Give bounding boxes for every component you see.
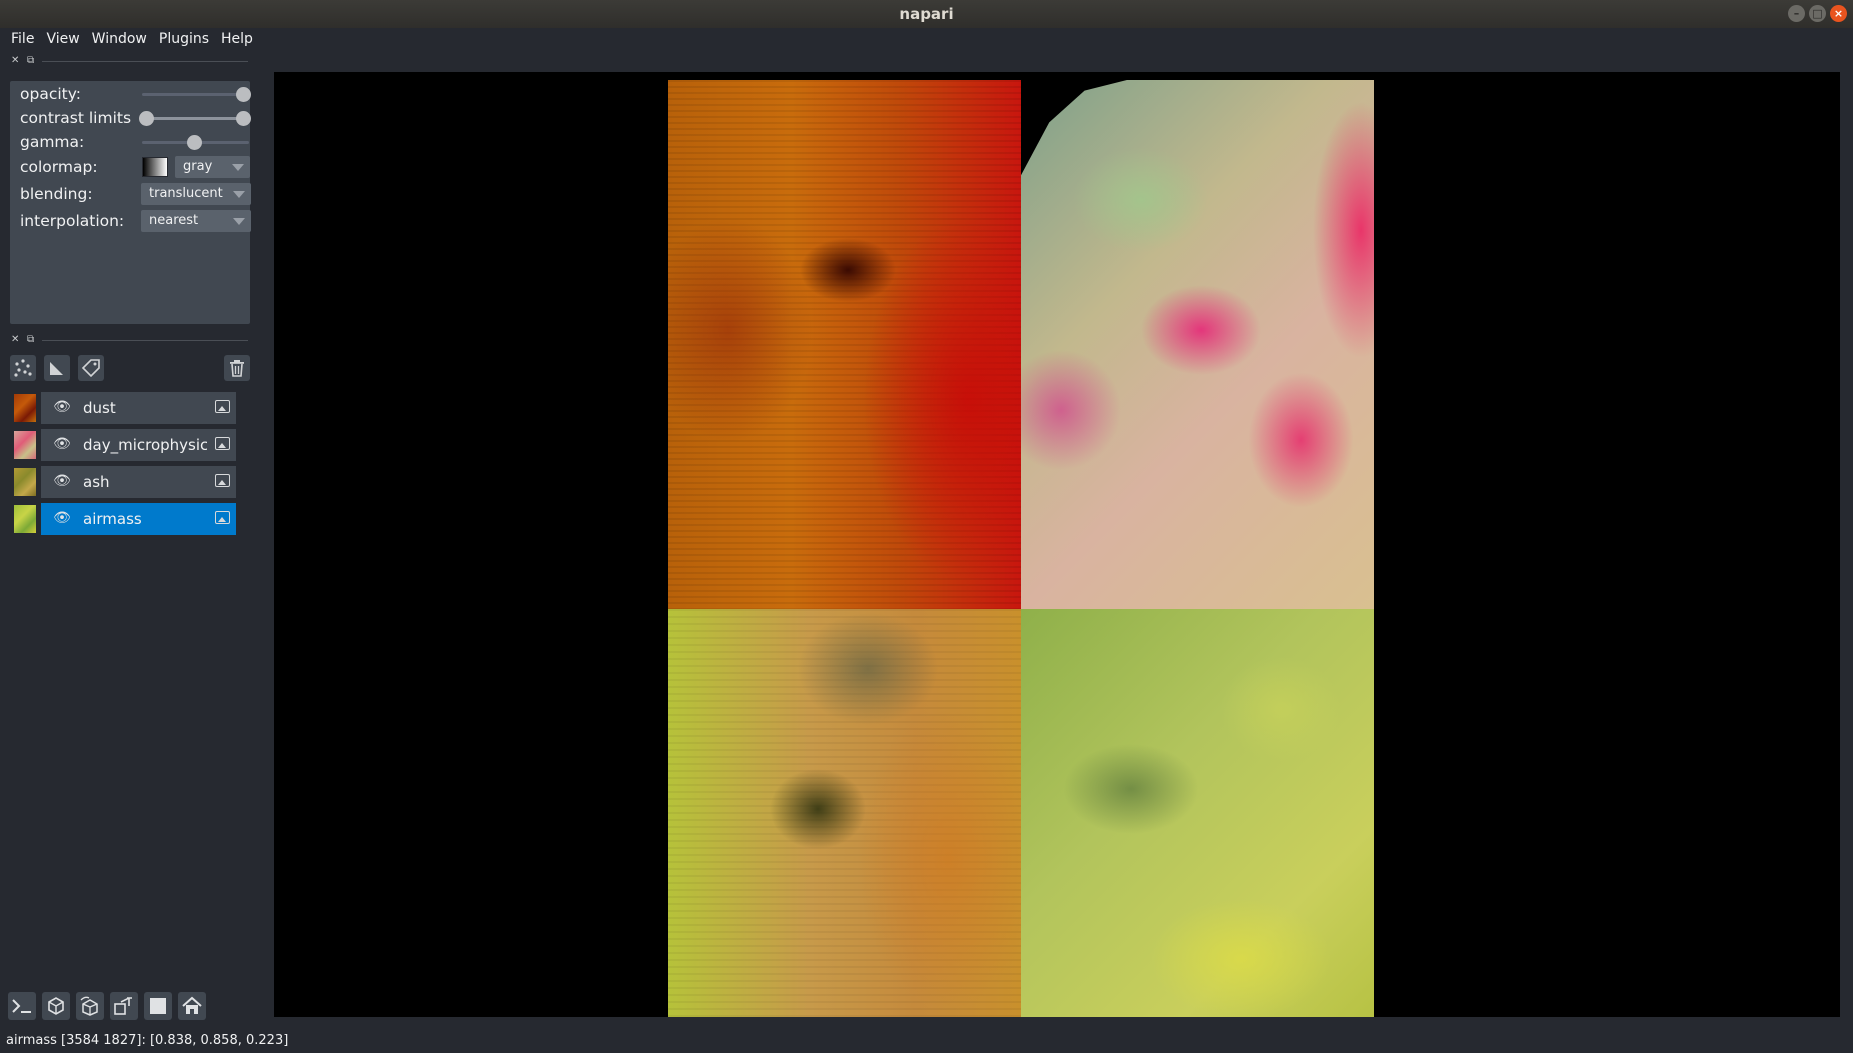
gamma-row: gamma: — [20, 131, 249, 153]
new-points-button[interactable] — [10, 355, 36, 381]
menu-help[interactable]: Help — [215, 28, 259, 50]
layer-row-body[interactable]: 👁 dust — [41, 392, 236, 424]
dock-close-icon[interactable]: ✕ — [11, 55, 19, 66]
image-layer-icon — [215, 511, 230, 524]
menu-bar: File View Window Plugins Help — [0, 28, 1853, 50]
image-tile-airmass — [1021, 609, 1374, 1017]
contrast-limits-label: contrast limits — [20, 109, 132, 127]
gamma-label: gamma: — [20, 133, 85, 151]
layer-row-ash[interactable]: 👁 ash — [10, 466, 236, 498]
home-button[interactable] — [178, 992, 206, 1020]
layer-list-dock-header: ✕ ⧉ — [8, 334, 248, 346]
status-bar: airmass [3584 1827]: [0.838, 0.858, 0.22… — [6, 1033, 289, 1048]
colormap-value: gray — [183, 159, 213, 174]
transpose-button[interactable] — [110, 992, 138, 1020]
menu-window[interactable]: Window — [86, 28, 153, 50]
new-points-icon — [14, 359, 32, 377]
new-shapes-icon — [50, 362, 63, 375]
contrast-max-handle[interactable] — [236, 111, 251, 126]
layer-row-body[interactable]: 👁 ash — [41, 466, 236, 498]
layer-name[interactable]: ash — [83, 473, 207, 491]
layer-name[interactable]: day_microphysics — [83, 436, 207, 454]
dock-close-icon[interactable]: ✕ — [11, 334, 19, 345]
blending-row: blending: translucent — [20, 183, 251, 205]
menu-plugins[interactable]: Plugins — [153, 28, 215, 50]
grid-icon — [150, 998, 166, 1014]
viewer-canvas[interactable] — [274, 72, 1840, 1017]
menu-view[interactable]: View — [40, 28, 85, 50]
layer-controls-dock-header: ✕ ⧉ — [8, 55, 248, 67]
image-layer-icon — [215, 437, 230, 450]
image-tile-dust — [668, 80, 1021, 609]
gamma-slider[interactable] — [142, 135, 249, 150]
layer-row-airmass[interactable]: 👁 airmass — [10, 503, 236, 535]
minimize-icon[interactable]: – — [1788, 5, 1805, 22]
contrast-limits-row: contrast limits — [20, 107, 251, 129]
layer-thumbnail — [14, 394, 36, 422]
layer-row-day-microphysics[interactable]: 👁 day_microphysics — [10, 429, 236, 461]
opacity-slider-handle[interactable] — [236, 87, 251, 102]
image-layer-icon — [215, 400, 230, 413]
layer-thumbnail — [14, 431, 36, 459]
grid-button[interactable] — [144, 992, 172, 1020]
layer-controls-panel: opacity: contrast limits gamma: colormap… — [10, 81, 251, 324]
transpose-icon — [114, 997, 132, 1015]
layer-row-body[interactable]: 👁 airmass — [41, 503, 236, 535]
eye-icon[interactable]: 👁 — [53, 398, 71, 416]
blending-value: translucent — [149, 186, 223, 201]
eye-icon[interactable]: 👁 — [53, 435, 71, 453]
interpolation-label: interpolation: — [20, 212, 125, 230]
window-controls: – □ × — [1788, 5, 1847, 22]
colormap-label: colormap: — [20, 158, 98, 176]
roll-icon — [80, 996, 98, 1016]
colormap-preview — [142, 157, 168, 177]
eye-icon[interactable]: 👁 — [53, 509, 71, 527]
ndisplay-icon — [48, 997, 64, 1015]
contrast-min-handle[interactable] — [139, 111, 154, 126]
layer-name[interactable]: airmass — [83, 510, 207, 528]
home-icon — [182, 996, 202, 1014]
chevron-down-icon — [233, 191, 245, 198]
blending-label: blending: — [20, 185, 93, 203]
delete-layer-button[interactable] — [224, 355, 250, 381]
image-layer-icon — [215, 474, 230, 487]
opacity-label: opacity: — [20, 85, 81, 103]
menu-file[interactable]: File — [5, 28, 40, 50]
dock-float-icon[interactable]: ⧉ — [27, 334, 34, 345]
dock-float-icon[interactable]: ⧉ — [27, 55, 34, 66]
layer-thumbnail — [14, 468, 36, 496]
title-bar: napari – □ × — [0, 0, 1853, 28]
colormap-dropdown[interactable]: gray — [175, 156, 250, 178]
contrast-limits-slider[interactable] — [139, 111, 251, 126]
interpolation-value: nearest — [149, 213, 199, 228]
layer-name[interactable]: dust — [83, 399, 207, 417]
gamma-slider-handle[interactable] — [187, 135, 202, 150]
console-button[interactable] — [8, 992, 36, 1020]
blending-dropdown[interactable]: translucent — [141, 183, 251, 205]
new-labels-icon — [81, 359, 100, 378]
layer-row-body[interactable]: 👁 day_microphysics — [41, 429, 236, 461]
image-tile-ash — [668, 609, 1021, 1017]
new-shapes-button[interactable] — [44, 355, 70, 381]
window-title: napari — [899, 5, 954, 23]
interpolation-row: interpolation: nearest — [20, 210, 251, 232]
image-tile-day-microphysics — [1021, 80, 1374, 609]
interpolation-dropdown[interactable]: nearest — [141, 210, 251, 232]
maximize-icon[interactable]: □ — [1809, 5, 1826, 22]
layer-thumbnail — [14, 505, 36, 533]
close-icon[interactable]: × — [1830, 5, 1847, 22]
chevron-down-icon — [232, 164, 244, 171]
ndisplay-button[interactable] — [42, 992, 70, 1020]
console-icon — [12, 999, 31, 1013]
eye-icon[interactable]: 👁 — [53, 472, 71, 490]
delete-layer-icon — [230, 360, 244, 377]
roll-button[interactable] — [76, 992, 104, 1020]
opacity-slider[interactable] — [142, 87, 251, 102]
layer-row-dust[interactable]: 👁 dust — [10, 392, 236, 424]
new-labels-button[interactable] — [78, 355, 104, 381]
colormap-row: colormap: gray — [20, 156, 250, 178]
opacity-row: opacity: — [20, 83, 251, 105]
chevron-down-icon — [233, 218, 245, 225]
